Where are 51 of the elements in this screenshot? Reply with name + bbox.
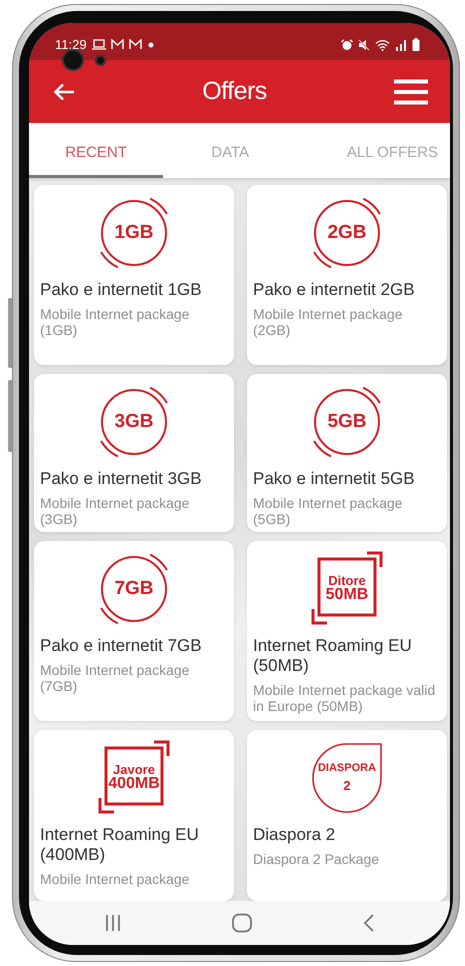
offer-card[interactable]: 2GB Pako e internetit 2GB Mobile Internet package (2GB): [247, 185, 447, 365]
badge-label: Javore: [113, 762, 155, 776]
offer-card[interactable]: 5GB Pako e internetit 5GB Mobile Internet package (5GB): [247, 374, 447, 532]
offer-description: Mobile Internet package (7GB): [40, 662, 190, 694]
offer-description: Mobile Internet package (3GB): [40, 495, 190, 527]
badge-label: 5GB: [327, 412, 367, 432]
offer-description: Mobile Internet package (2GB): [253, 306, 404, 338]
badge-label: 7GB: [114, 579, 154, 599]
mail-icon: [110, 39, 124, 50]
recent-apps-icon: [104, 915, 120, 931]
badge-label: 2GB: [327, 223, 367, 243]
offer-description: Mobile Internet package: [40, 871, 190, 887]
offer-description: Mobile Internet package valid in Europe (50MB): [253, 682, 436, 714]
badge-label: Ditore: [328, 574, 366, 588]
offer-card[interactable]: DIASPORA 2 Diaspora 2 Diaspora 2 Package: [247, 730, 447, 901]
alarm-icon: [341, 38, 353, 50]
offer-card[interactable]: 3GB Pako e internetit 3GB Mobile Internet package (3GB): [34, 374, 234, 532]
dot-icon: [146, 40, 155, 48]
chevron-left-icon: [362, 914, 374, 932]
offer-title: Internet Roaming EU (400MB): [40, 825, 200, 865]
laptop-icon: [92, 39, 106, 50]
offer-title: Diaspora 2: [253, 825, 336, 845]
offer-card[interactable]: Javore 400MB Internet Roaming EU (400MB) Mobile Internet package: [34, 730, 234, 901]
offer-title: Pako e internetit 1GB: [40, 280, 203, 300]
home-icon: [232, 913, 252, 933]
badge-label: 1GB: [114, 223, 154, 243]
badge-label: 3GB: [114, 412, 154, 432]
offer-title: Pako e internetit 5GB: [253, 469, 416, 489]
badge-label: 2: [343, 778, 351, 793]
badge-label: 400MB: [108, 776, 160, 794]
offer-title: Pako e internetit 7GB: [40, 636, 203, 656]
back-arrow-icon: [53, 82, 75, 100]
badge-label: DIASPORA: [318, 763, 376, 775]
signal-icon: [395, 38, 407, 50]
offer-card[interactable]: 1GB Pako e internetit 1GB Mobile Internet package (1GB): [34, 185, 234, 365]
offer-card[interactable]: Ditore 50MB Internet Roaming EU (50MB) Mobile Internet package valid in Europe (50MB): [247, 541, 447, 721]
offer-title: Pako e internetit 3GB: [40, 469, 203, 489]
screen-title: Offers: [202, 77, 267, 106]
wifi-icon: [375, 38, 390, 50]
mute-icon: [358, 38, 370, 50]
status-time: 11:29: [55, 37, 87, 52]
offer-description: Diaspora 2 Package: [253, 851, 380, 867]
badge-label: 50MB: [326, 587, 368, 604]
battery-icon: [412, 38, 420, 51]
offer-title: Internet Roaming EU (50MB): [253, 636, 413, 676]
mail-icon: [128, 39, 142, 50]
menu-icon: [394, 78, 428, 104]
offer-description: Mobile Internet package (5GB): [253, 495, 404, 527]
offer-description: Mobile Internet package (1GB): [40, 306, 190, 338]
offer-title: Pako e internetit 2GB: [253, 280, 416, 300]
offer-card[interactable]: 7GB Pako e internetit 7GB Mobile Internet package (7GB): [34, 541, 234, 721]
